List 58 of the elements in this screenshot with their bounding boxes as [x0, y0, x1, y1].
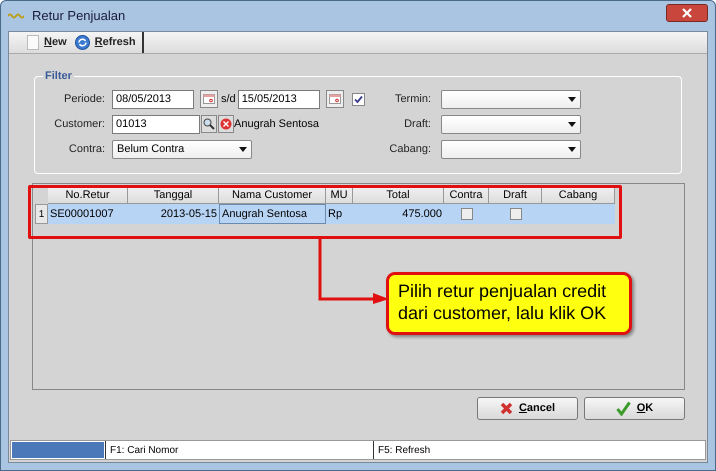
- search-button[interactable]: [201, 115, 217, 133]
- field-label: Cabang:: [388, 142, 431, 157]
- checkbox[interactable]: [460, 208, 472, 220]
- calendar-icon: [328, 94, 341, 104]
- column-header[interactable]: Cabang: [542, 187, 615, 204]
- caret-icon: [568, 122, 576, 126]
- input-field[interactable]: 08/05/2013: [112, 90, 194, 108]
- dropdown[interactable]: Belum Contra: [112, 140, 252, 158]
- field-label: Contra:: [68, 142, 105, 157]
- status-text: F1: Cari Nomor: [105, 441, 373, 459]
- ok-button[interactable]: OK: [584, 397, 685, 420]
- table-row[interactable]: 1 SE00001007 2013-05-15 Anugrah Sentosa Rp 475.000: [35, 204, 615, 224]
- dropdown[interactable]: [441, 90, 581, 108]
- refresh-button[interactable]: Refresh: [70, 32, 140, 53]
- checkbox[interactable]: [510, 208, 522, 220]
- input-field[interactable]: 01013: [112, 114, 200, 134]
- close-icon: [682, 8, 692, 18]
- field-label: Periode:: [63, 92, 105, 107]
- calendar-icon: [203, 94, 215, 104]
- table-cell: Anugrah Sentosa: [219, 204, 326, 224]
- separator-label: s/d: [221, 92, 236, 107]
- calendar-button[interactable]: [200, 90, 218, 108]
- dropdown-value: Belum Contra: [117, 142, 184, 157]
- column-header[interactable]: MU: [326, 187, 353, 204]
- close-button[interactable]: [666, 4, 708, 22]
- dropdown[interactable]: [441, 114, 581, 134]
- input-field[interactable]: 15/05/2013: [238, 90, 320, 108]
- column-header[interactable]: Total: [353, 187, 444, 204]
- caret-icon: [568, 96, 576, 102]
- clear-button[interactable]: [218, 115, 234, 133]
- field-label: Customer:: [53, 116, 105, 132]
- column-header[interactable]: Draft: [489, 187, 542, 204]
- document-icon: [27, 35, 39, 50]
- cancel-button[interactable]: Cancel: [477, 397, 578, 420]
- dropdown[interactable]: [441, 140, 581, 158]
- column-header[interactable]: Nama Customer: [219, 187, 326, 204]
- search-icon: [203, 118, 215, 130]
- row-number: 1: [35, 204, 48, 224]
- caret-icon: [239, 146, 247, 152]
- clear-icon: [220, 118, 232, 130]
- field-label: Draft:: [403, 116, 431, 132]
- field-label: Termin:: [394, 92, 431, 107]
- customer-name: Anugrah Sentosa: [234, 116, 320, 132]
- checkbox[interactable]: [352, 92, 365, 106]
- callout: Pilih retur penjualan credit dari customer, lalu klik OK: [386, 272, 632, 335]
- caret-icon: [568, 146, 576, 152]
- calendar-button[interactable]: [326, 90, 344, 108]
- column-header[interactable]: No.Retur: [48, 187, 128, 204]
- column-header[interactable]: Tanggal: [128, 187, 219, 204]
- app-icon: [8, 13, 24, 19]
- column-header[interactable]: Contra: [444, 187, 489, 204]
- leader-line: [317, 238, 389, 304]
- new-button[interactable]: New: [23, 32, 71, 53]
- status-text: F5: Refresh: [373, 441, 705, 459]
- refresh-icon: [74, 35, 90, 50]
- cancel-icon: [500, 402, 513, 415]
- checkmark-icon: [616, 401, 631, 416]
- window-title: Retur Penjualan: [32, 7, 126, 26]
